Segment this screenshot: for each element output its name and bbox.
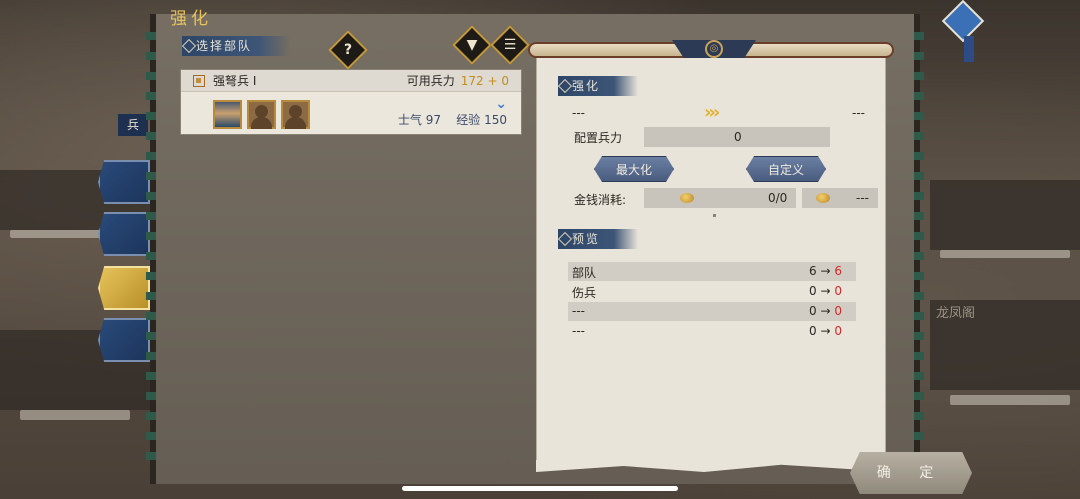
preview-unit-header: 预览部队 <box>558 229 638 266</box>
preview-row: --- 0 → 0 <box>568 302 856 321</box>
unit-card[interactable]: 强弩兵 I 可用兵力 172 + 0 ⌄ 士气 97 经验 150 <box>180 69 522 135</box>
side-tab-active[interactable] <box>98 266 150 310</box>
side-tab-1[interactable] <box>98 160 150 204</box>
home-indicator[interactable] <box>402 486 678 491</box>
preview-row: 伤兵 0 → 0 <box>572 284 842 300</box>
divider <box>713 214 716 217</box>
coin-icon <box>680 193 694 203</box>
to-unit: --- <box>852 106 865 120</box>
cost-value: 0/0 <box>768 191 788 205</box>
morale-value: 97 <box>425 113 441 127</box>
side-tab-4[interactable] <box>98 318 150 362</box>
filter-icon: ▼ <box>466 37 478 53</box>
coin-icon <box>816 193 830 203</box>
kite-tail <box>964 36 974 62</box>
unit-checkbox[interactable] <box>193 74 205 87</box>
strengthen-unit-header: 强化部队 <box>558 76 638 113</box>
troops-label: 可用兵力 <box>406 74 455 88</box>
cost-label: 金钱消耗: <box>574 193 627 207</box>
building-label: 龙凤阁 <box>936 306 976 321</box>
assign-value: 0 <box>734 130 742 144</box>
scroll-emblem: ◎ <box>672 40 756 58</box>
emblem-icon: ◎ <box>705 40 723 58</box>
side-tab-2[interactable] <box>98 212 150 256</box>
preview-row: --- 0 → 0 <box>572 324 842 338</box>
side-tab-label: 兵 <box>118 114 148 136</box>
select-unit-header: 选择部队 <box>182 36 290 56</box>
empty-portrait-slot[interactable] <box>247 100 276 129</box>
exp-value: 150 <box>484 113 507 127</box>
question-icon: ? <box>343 42 353 58</box>
custom-button[interactable]: 自定义 <box>746 156 826 182</box>
list-icon: ☰ <box>503 37 517 53</box>
unit-stats: 士气 97 经验 150 <box>398 111 507 128</box>
empty-portrait-slot[interactable] <box>281 100 310 129</box>
assign-label: 配置兵力 <box>574 131 623 145</box>
morale-label: 士气 <box>397 113 422 127</box>
from-unit: --- <box>572 106 585 120</box>
upgrade-arrows-icon: ››› <box>704 102 720 123</box>
general-portrait[interactable] <box>213 100 242 129</box>
troops-value: 172 + 0 <box>460 73 509 88</box>
unit-name: 强弩兵 I <box>213 74 257 88</box>
confirm-button[interactable]: 确 定 <box>850 452 972 494</box>
chevron-down-icon[interactable]: ⌄ <box>495 96 507 112</box>
cost-other: --- <box>856 191 869 205</box>
maximize-button[interactable]: 最大化 <box>594 156 674 182</box>
exp-label: 经验 <box>456 113 481 127</box>
preview-row: 部队 6 → 6 <box>568 262 856 281</box>
page-title: 强化 <box>170 9 212 29</box>
